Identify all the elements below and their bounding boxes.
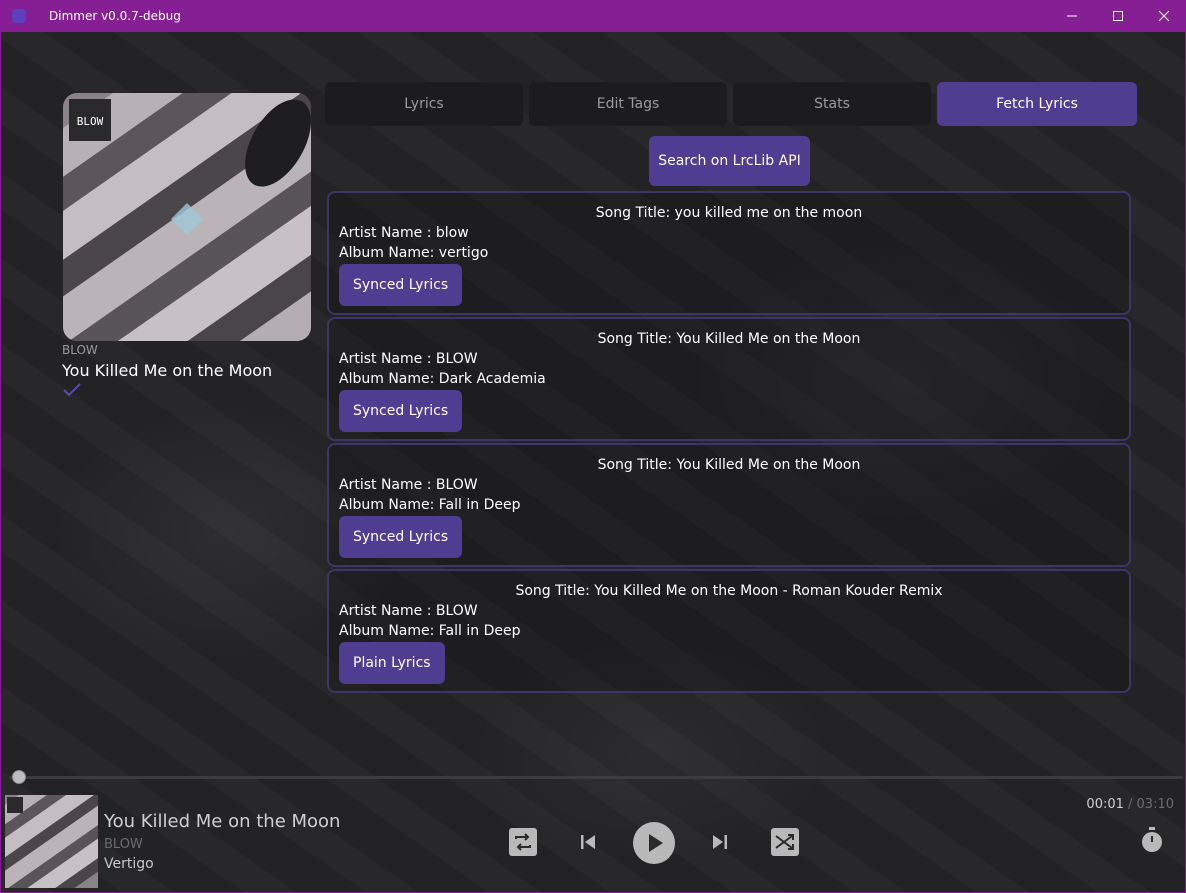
title-bar: Dimmer v0.0.7-debug <box>1 0 1185 32</box>
album-artist: BLOW <box>62 343 98 357</box>
check-icon <box>63 383 81 397</box>
now-playing-title: You Killed Me on the Moon <box>104 811 341 832</box>
album-art: BLOW <box>63 93 311 341</box>
result-artist: Artist Name : blow <box>339 225 469 241</box>
result-song-title: Song Title: You Killed Me on the Moon <box>597 331 861 347</box>
seek-bar[interactable] <box>9 776 1183 779</box>
app-icon <box>12 9 26 23</box>
result-card: Song Title: You Killed Me on the Moon Ar… <box>327 443 1131 567</box>
current-time: 00:01 <box>1086 797 1124 812</box>
minimize-icon <box>1067 15 1077 17</box>
result-card: Song Title: you killed me on the moon Ar… <box>327 191 1131 315</box>
result-album: Album Name: vertigo <box>339 245 489 261</box>
maximize-icon <box>1113 11 1123 21</box>
previous-button[interactable] <box>576 830 600 854</box>
result-song-title: Song Title: you killed me on the moon <box>595 205 863 221</box>
maximize-button[interactable] <box>1095 0 1141 32</box>
window-title: Dimmer v0.0.7-debug <box>49 9 181 23</box>
synced-lyrics-button[interactable]: Synced Lyrics <box>339 390 463 432</box>
tab-stats[interactable]: Stats <box>733 82 931 126</box>
tab-fetch-lyrics[interactable]: Fetch Lyrics <box>937 82 1137 126</box>
tab-bar: Lyrics Edit Tags Stats Fetch Lyrics <box>325 82 1137 126</box>
shuffle-icon <box>771 828 799 856</box>
close-icon <box>1158 10 1170 22</box>
tab-lyrics[interactable]: Lyrics <box>325 82 523 126</box>
close-button[interactable] <box>1141 0 1185 32</box>
repeat-icon <box>509 828 537 856</box>
result-song-title: Song Title: You Killed Me on the Moon - … <box>515 583 943 599</box>
search-lrclib-button[interactable]: Search on LrcLib API <box>649 136 810 186</box>
time-display: 00:01 / 03:10 <box>1086 797 1174 812</box>
plain-lyrics-button[interactable]: Plain Lyrics <box>339 642 445 684</box>
result-card: Song Title: You Killed Me on the Moon Ar… <box>327 317 1131 441</box>
result-card: Song Title: You Killed Me on the Moon - … <box>327 569 1131 693</box>
previous-icon <box>581 835 595 849</box>
tab-edit-tags[interactable]: Edit Tags <box>529 82 727 126</box>
now-playing-art <box>5 795 98 888</box>
shuffle-button[interactable] <box>768 825 802 859</box>
now-playing-artist: BLOW <box>104 837 143 852</box>
result-album: Album Name: Dark Academia <box>339 371 546 387</box>
sleep-timer-button[interactable] <box>1139 826 1165 854</box>
timer-icon <box>1142 827 1162 852</box>
next-icon <box>713 835 727 849</box>
result-artist: Artist Name : BLOW <box>339 603 478 619</box>
result-artist: Artist Name : BLOW <box>339 351 478 367</box>
minimize-button[interactable] <box>1049 0 1095 32</box>
result-album: Album Name: Fall in Deep <box>339 497 521 513</box>
window-controls <box>1049 0 1185 32</box>
repeat-button[interactable] <box>506 825 540 859</box>
album-logo-text: BLOW <box>77 115 104 128</box>
synced-lyrics-button[interactable]: Synced Lyrics <box>339 264 463 306</box>
play-icon <box>633 822 675 864</box>
result-artist: Artist Name : BLOW <box>339 477 478 493</box>
app-window: Dimmer v0.0.7-debug BLOW BLOW You Killed… <box>0 0 1186 893</box>
album-song-title: You Killed Me on the Moon <box>62 361 273 380</box>
next-button[interactable] <box>708 830 732 854</box>
results-list: Song Title: you killed me on the moon Ar… <box>327 191 1131 695</box>
result-song-title: Song Title: You Killed Me on the Moon <box>597 457 861 473</box>
total-time: / 03:10 <box>1123 797 1174 812</box>
play-button[interactable] <box>632 821 676 865</box>
seek-thumb[interactable] <box>12 770 26 784</box>
result-album: Album Name: Fall in Deep <box>339 623 521 639</box>
synced-lyrics-button[interactable]: Synced Lyrics <box>339 516 463 558</box>
now-playing-album: Vertigo <box>104 856 154 872</box>
